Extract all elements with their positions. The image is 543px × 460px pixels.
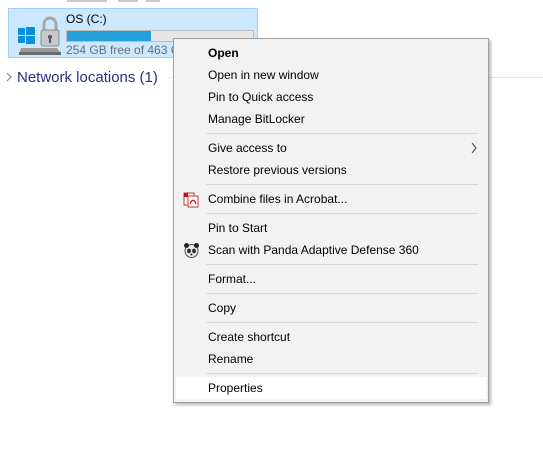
menu-item-label: Give access to bbox=[208, 141, 287, 155]
menu-item-open[interactable]: Open bbox=[176, 42, 486, 64]
menu-item-label: Create shortcut bbox=[208, 330, 291, 344]
locked-drive-windows-icon bbox=[18, 16, 61, 55]
chevron-right-icon[interactable] bbox=[4, 71, 14, 83]
menu-item-scan-panda[interactable]: Scan with Panda Adaptive Defense 360 bbox=[176, 239, 486, 261]
menu-item-pin-quick-access[interactable]: Pin to Quick access bbox=[176, 86, 486, 108]
menu-item-label: Rename bbox=[208, 352, 254, 366]
network-locations-label[interactable]: Network locations (1) bbox=[17, 69, 158, 86]
menu-separator bbox=[206, 213, 478, 214]
panda-icon bbox=[184, 243, 199, 258]
menu-item-label: Scan with Panda Adaptive Defense 360 bbox=[208, 243, 419, 257]
menu-item-label: Open bbox=[208, 46, 239, 60]
menu-separator bbox=[206, 373, 478, 374]
menu-item-label: Open in new window bbox=[208, 68, 319, 82]
menu-item-create-shortcut[interactable]: Create shortcut bbox=[176, 326, 486, 348]
menu-separator bbox=[206, 293, 478, 294]
menu-item-rename[interactable]: Rename bbox=[176, 348, 486, 370]
menu-item-restore-previous[interactable]: Restore previous versions bbox=[176, 159, 486, 181]
menu-separator bbox=[206, 184, 478, 185]
menu-separator bbox=[206, 322, 478, 323]
menu-item-copy[interactable]: Copy bbox=[176, 297, 486, 319]
menu-item-manage-bitlocker[interactable]: Manage BitLocker bbox=[176, 108, 486, 130]
acrobat-icon bbox=[183, 192, 199, 208]
menu-item-label: Combine files in Acrobat... bbox=[208, 192, 348, 206]
drive-free-space: 254 GB free of 463 GB bbox=[66, 43, 189, 57]
menu-item-pin-start[interactable]: Pin to Start bbox=[176, 217, 486, 239]
clipped-header bbox=[0, 0, 543, 8]
menu-item-label: Properties bbox=[208, 381, 263, 395]
menu-separator bbox=[206, 133, 478, 134]
menu-item-open-new-window[interactable]: Open in new window bbox=[176, 64, 486, 86]
menu-item-label: Copy bbox=[208, 301, 237, 315]
menu-separator bbox=[206, 264, 478, 265]
menu-item-label: Restore previous versions bbox=[208, 163, 347, 177]
menu-item-label: Pin to Start bbox=[208, 221, 268, 235]
menu-item-give-access[interactable]: Give access to bbox=[176, 137, 486, 159]
menu-item-format[interactable]: Format... bbox=[176, 268, 486, 290]
menu-item-combine-acrobat[interactable]: Combine files in Acrobat... bbox=[176, 188, 486, 210]
menu-item-label: Manage BitLocker bbox=[208, 112, 305, 126]
menu-item-label: Pin to Quick access bbox=[208, 90, 314, 104]
chevron-right-icon bbox=[471, 142, 477, 154]
drive-usage-fill bbox=[67, 31, 151, 41]
network-locations-group[interactable]: Network locations (1) bbox=[4, 67, 158, 87]
drive-name: OS (C:) bbox=[66, 12, 107, 26]
menu-item-properties[interactable]: Properties bbox=[176, 377, 486, 399]
menu-item-label: Format... bbox=[208, 272, 257, 286]
context-menu: Open Open in new window Pin to Quick acc… bbox=[173, 38, 489, 403]
